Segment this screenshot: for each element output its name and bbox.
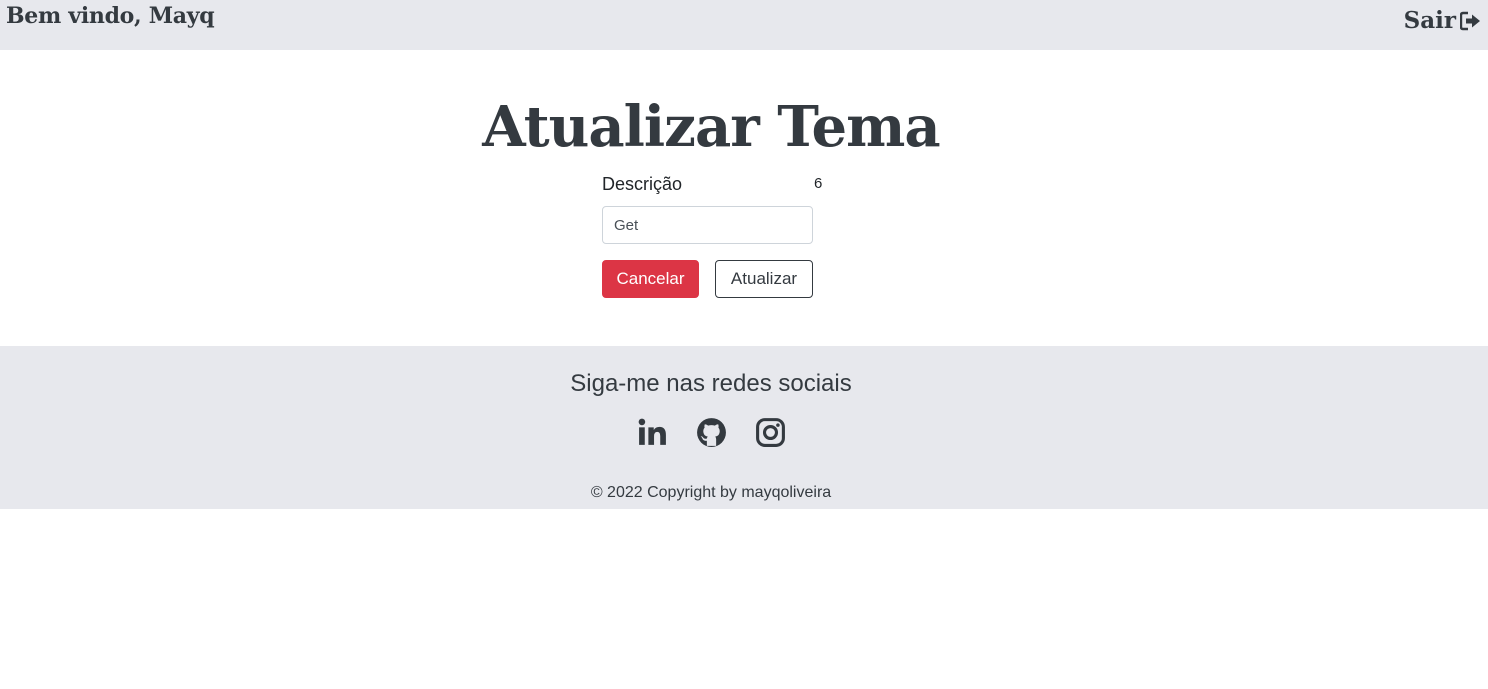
linkedin-icon[interactable]: [636, 416, 669, 449]
social-links: [636, 416, 787, 449]
page-title: Atualizar Tema: [482, 94, 940, 160]
label-row: Descrição 6: [602, 172, 832, 196]
sign-out-icon: [1460, 11, 1482, 31]
update-button[interactable]: Atualizar: [715, 260, 813, 298]
logout-label: Sair: [1403, 7, 1456, 34]
github-icon[interactable]: [695, 416, 728, 449]
cancel-button[interactable]: Cancelar: [602, 260, 699, 298]
copyright-text: © 2022 Copyright by mayqoliveira: [590, 484, 832, 501]
main-content: Atualizar Tema Descrição 6 Cancelar Atua…: [0, 50, 1488, 346]
logout-button[interactable]: Sair: [1404, 7, 1482, 34]
char-count: 6: [814, 175, 823, 192]
footer: Siga-me nas redes sociais © 2022 Copyrig…: [0, 346, 1488, 509]
description-input[interactable]: [602, 206, 813, 244]
update-theme-form: Descrição 6 Cancelar Atualizar: [602, 172, 832, 298]
top-navbar: Bem vindo, Mayq Sair: [0, 0, 1488, 50]
social-title: Siga-me nas redes sociais: [570, 370, 852, 397]
description-label: Descrição: [602, 174, 683, 194]
instagram-icon[interactable]: [754, 416, 787, 449]
welcome-message: Bem vindo, Mayq: [6, 3, 215, 29]
